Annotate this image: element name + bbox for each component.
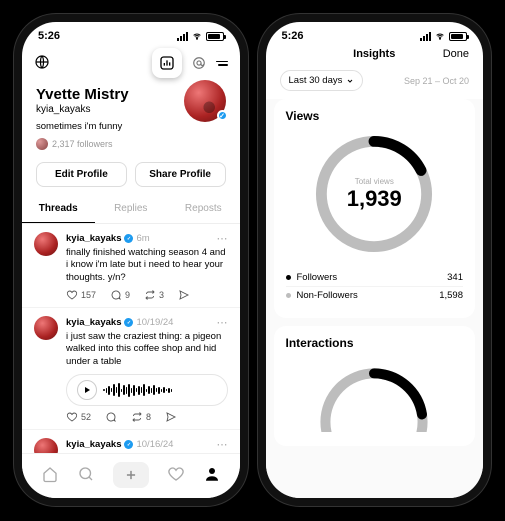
- cell-signal-icon: [420, 32, 431, 41]
- share-profile-button[interactable]: Share Profile: [135, 162, 226, 187]
- activity-icon[interactable]: [167, 465, 185, 486]
- top-toolbar: [22, 44, 240, 80]
- legend-row-nonfollowers[interactable]: Non-Followers 1,598: [286, 286, 464, 304]
- followers-row[interactable]: 2,317 followers: [36, 138, 226, 150]
- profile-buttons: Edit Profile Share Profile: [22, 154, 240, 195]
- profile-screen: 5:26 Yvette Mistry kyia_kayaks sometimes…: [22, 22, 240, 498]
- mention-icon[interactable]: [192, 56, 206, 70]
- post-text: finally finished watching season 4 and i…: [66, 247, 228, 284]
- views-card[interactable]: Views Total views 1,939 Followers: [274, 99, 476, 318]
- follower-avatar-icon: [36, 138, 48, 150]
- battery-icon: [206, 32, 224, 41]
- share-button[interactable]: [165, 411, 177, 423]
- post-text: i just saw the craziest thing: a pigeon …: [66, 331, 228, 368]
- interactions-heading: Interactions: [286, 336, 464, 350]
- waveform-icon: [103, 382, 217, 398]
- profile-icon[interactable]: [203, 465, 221, 486]
- repost-button[interactable]: 3: [144, 289, 164, 301]
- chevron-down-icon: [346, 77, 354, 85]
- post-avatar[interactable]: [34, 316, 58, 340]
- views-total-value: 1,939: [347, 186, 402, 212]
- voice-note[interactable]: [66, 374, 228, 406]
- done-button[interactable]: Done: [443, 48, 469, 60]
- status-icons: [420, 32, 467, 41]
- clock: 5:26: [282, 30, 304, 42]
- reply-button[interactable]: [105, 411, 117, 423]
- tab-reposts[interactable]: Reposts: [167, 195, 240, 223]
- status-bar: 5:26: [266, 22, 484, 44]
- reply-button[interactable]: 9: [110, 289, 130, 301]
- compose-button[interactable]: [113, 462, 149, 488]
- clock: 5:26: [38, 30, 60, 42]
- post[interactable]: kyia_kayaks 6m ⋯ finally finished watchi…: [22, 224, 240, 308]
- verified-icon: [124, 440, 133, 449]
- post-username[interactable]: kyia_kayaks: [66, 439, 121, 450]
- status-bar: 5:26: [22, 22, 240, 44]
- home-icon[interactable]: [41, 465, 59, 486]
- edit-profile-button[interactable]: Edit Profile: [36, 162, 127, 187]
- date-range-selector[interactable]: Last 30 days: [280, 70, 364, 91]
- post[interactable]: kyia_kayaks 10/16/24 ⋯ i wish dragons ex…: [22, 430, 240, 453]
- interactions-card[interactable]: Interactions Total interactions 64: [274, 326, 476, 446]
- interactions-donut-chart: Total interactions 64: [314, 362, 434, 432]
- like-button[interactable]: 157: [66, 289, 96, 301]
- globe-icon[interactable]: [34, 54, 50, 73]
- tabs: Threads Replies Reposts: [22, 195, 240, 224]
- verified-icon: [124, 318, 133, 327]
- views-heading: Views: [286, 109, 464, 123]
- post-avatar[interactable]: [34, 438, 58, 453]
- post-more-icon[interactable]: ⋯: [217, 438, 228, 451]
- insights-header: Insights Done: [266, 44, 484, 68]
- legend-row-followers[interactable]: Followers 341: [286, 269, 464, 286]
- verified-badge-icon: [217, 110, 228, 121]
- like-button[interactable]: 52: [66, 411, 91, 423]
- battery-icon: [449, 32, 467, 41]
- cell-signal-icon: [177, 32, 188, 41]
- views-donut-chart: Total views 1,939: [309, 129, 439, 259]
- post-actions: 52 8: [66, 411, 228, 423]
- status-icons: [177, 32, 224, 41]
- post-username[interactable]: kyia_kayaks: [66, 233, 121, 244]
- post-avatar[interactable]: [34, 232, 58, 256]
- legend-dot-icon: [286, 275, 291, 280]
- post-more-icon[interactable]: ⋯: [217, 316, 228, 329]
- verified-icon: [124, 234, 133, 243]
- insights-body[interactable]: Views Total views 1,939 Followers: [266, 99, 484, 498]
- insights-screen: 5:26 Insights Done Last 30 days Sep 21 –…: [266, 22, 484, 498]
- followers-count: 2,317 followers: [52, 139, 113, 149]
- insights-button[interactable]: [152, 48, 182, 78]
- search-icon[interactable]: [77, 465, 95, 486]
- play-icon[interactable]: [77, 380, 97, 400]
- views-total-label: Total views: [355, 177, 394, 186]
- post-username[interactable]: kyia_kayaks: [66, 317, 121, 328]
- wifi-icon: [434, 32, 446, 41]
- date-filter-row: Last 30 days Sep 21 – Oct 20: [266, 68, 484, 99]
- post-more-icon[interactable]: ⋯: [217, 232, 228, 245]
- tab-threads[interactable]: Threads: [22, 195, 95, 223]
- share-button[interactable]: [178, 289, 190, 301]
- post[interactable]: kyia_kayaks 10/19/24 ⋯ i just saw the cr…: [22, 308, 240, 430]
- profile-header: Yvette Mistry kyia_kayaks sometimes i'm …: [22, 80, 240, 154]
- legend-dot-icon: [286, 293, 291, 298]
- post-actions: 157 9 3: [66, 289, 228, 301]
- feed[interactable]: kyia_kayaks 6m ⋯ finally finished watchi…: [22, 224, 240, 453]
- tab-replies[interactable]: Replies: [95, 195, 168, 223]
- wifi-icon: [191, 32, 203, 41]
- repost-button[interactable]: 8: [131, 411, 151, 423]
- post-time: 10/16/24: [136, 439, 173, 450]
- bottom-nav: [22, 453, 240, 498]
- post-time: 10/19/24: [136, 317, 173, 328]
- views-legend: Followers 341 Non-Followers 1,598: [286, 269, 464, 304]
- menu-icon[interactable]: [216, 61, 228, 66]
- bio: sometimes i'm funny: [36, 121, 226, 132]
- date-range-label: Sep 21 – Oct 20: [404, 76, 469, 86]
- post-time: 6m: [136, 233, 149, 244]
